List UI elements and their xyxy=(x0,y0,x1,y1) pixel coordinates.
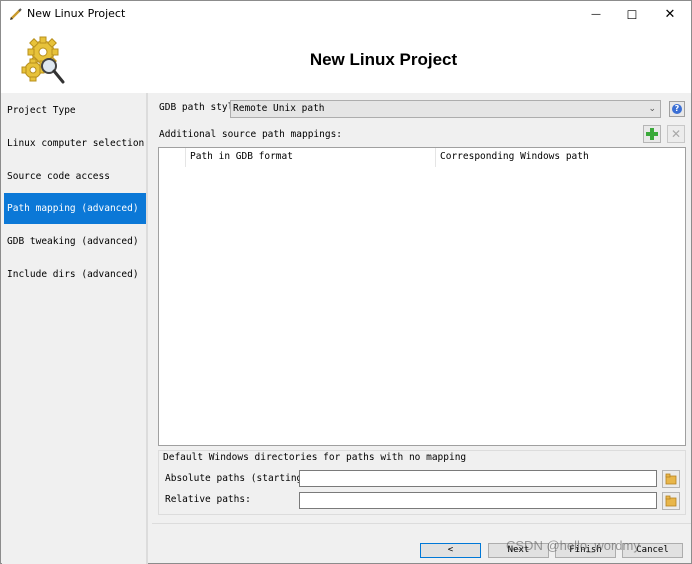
browse-relative-button[interactable] xyxy=(662,492,680,510)
browse-absolute-button[interactable] xyxy=(662,470,680,488)
table-header-windows-path[interactable]: Corresponding Windows path xyxy=(436,148,686,167)
folder-icon xyxy=(665,473,677,485)
gdb-path-style-select[interactable]: Remote Unix path ⌄ xyxy=(230,100,661,118)
mappings-label: Additional source path mappings: xyxy=(159,129,343,140)
nav-item-linux-computer-selection[interactable]: Linux computer selection xyxy=(4,128,146,159)
remove-mapping-button[interactable]: ✕ xyxy=(667,125,685,143)
default-directories-title: Default Windows directories for paths wi… xyxy=(163,452,467,463)
nav-item-path-mapping[interactable]: Path mapping (advanced) xyxy=(4,193,146,224)
folder-icon xyxy=(665,495,677,507)
watermark: CSDN @hello_wordmy xyxy=(506,538,640,553)
help-button[interactable]: ? xyxy=(669,101,685,117)
plus-icon xyxy=(646,128,658,140)
close-button[interactable]: ✕ xyxy=(647,1,692,28)
mappings-table: Path in GDB format Corresponding Windows… xyxy=(158,147,686,446)
app-pencil-icon xyxy=(10,8,22,20)
nav-item-gdb-tweaking[interactable]: GDB tweaking (advanced) xyxy=(4,226,146,257)
wizard-header: New Linux Project xyxy=(1,28,691,93)
back-button[interactable]: < xyxy=(420,543,481,558)
path-mapping-panel: GDB path styl Remote Unix path ⌄ ? Addit… xyxy=(152,93,691,523)
table-header-select xyxy=(159,148,186,167)
nav-item-project-type[interactable]: Project Type xyxy=(4,95,146,126)
gdb-path-style-label: GDB path styl xyxy=(159,102,234,113)
minimize-icon: — xyxy=(591,9,601,20)
nav-item-source-code-access[interactable]: Source code access xyxy=(4,161,146,192)
gdb-path-style-value: Remote Unix path xyxy=(233,103,325,114)
delete-icon: ✕ xyxy=(670,127,682,141)
chevron-down-icon: ⌄ xyxy=(648,104,656,114)
wizard-nav: Project Type Linux computer selection So… xyxy=(2,93,148,564)
relative-paths-label: Relative paths: xyxy=(165,494,251,505)
absolute-paths-label: Absolute paths (starting xyxy=(165,473,303,484)
add-mapping-button[interactable] xyxy=(643,125,661,143)
wizard-window: New Linux Project — ☐ ✕ New Linux Projec… xyxy=(0,0,692,564)
absolute-paths-input[interactable] xyxy=(299,470,657,487)
nav-item-include-dirs[interactable]: Include dirs (advanced) xyxy=(4,259,146,290)
close-icon: ✕ xyxy=(664,7,676,22)
page-title: New Linux Project xyxy=(309,50,458,69)
maximize-icon: ☐ xyxy=(626,7,638,22)
table-header-gdb-path[interactable]: Path in GDB format xyxy=(186,148,436,167)
relative-paths-input[interactable] xyxy=(299,492,657,509)
title-bar: New Linux Project — ☐ ✕ xyxy=(1,1,691,28)
window-title: New Linux Project xyxy=(27,7,126,20)
help-icon: ? xyxy=(672,104,682,114)
